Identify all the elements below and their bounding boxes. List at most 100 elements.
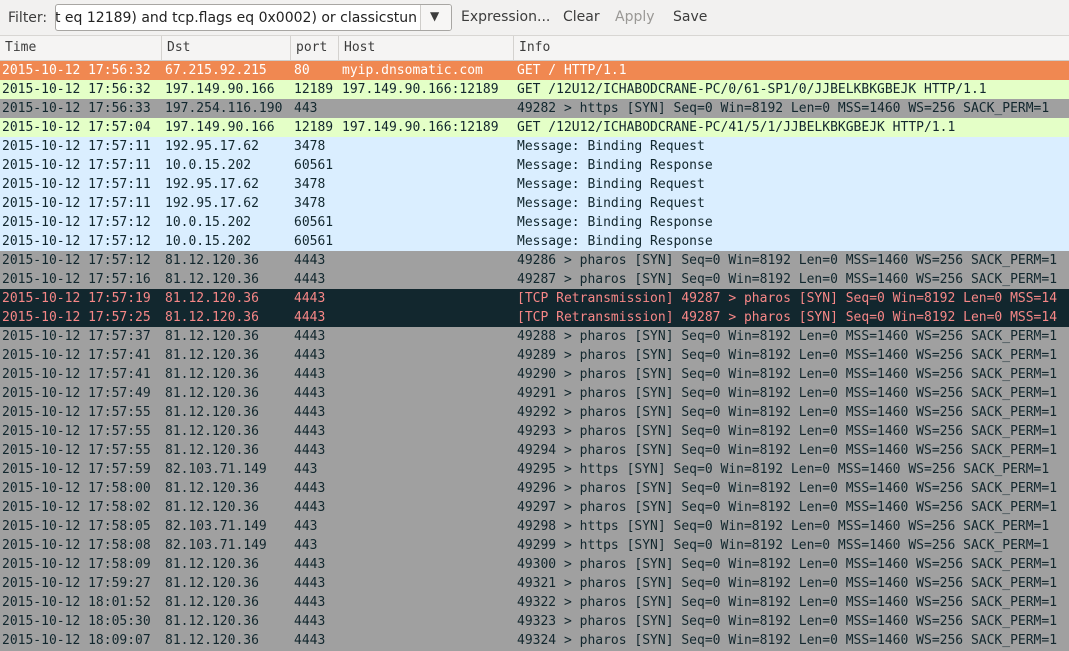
- column-header-host[interactable]: Host: [339, 36, 514, 60]
- cell-dst: 197.254.116.190: [165, 101, 283, 116]
- packet-row[interactable]: 2015-10-12 18:05:30 81.12.120.36 4443 49323…: [0, 612, 1069, 631]
- cell-time: 2015-10-12 17:56:32: [2, 63, 151, 78]
- packet-row[interactable]: 2015-10-12 17:56:32 67.215.92.215 80 myip.d…: [0, 61, 1069, 80]
- cell-time: 2015-10-12 17:57:04: [2, 120, 151, 135]
- cell-dst: 81.12.120.36: [165, 576, 259, 591]
- cell-dst: 81.12.120.36: [165, 633, 259, 648]
- cell-dst: 81.12.120.36: [165, 481, 259, 496]
- display-filter-input[interactable]: (tcp.port eq 12189) and tcp.flags eq 0x0…: [55, 4, 452, 31]
- cell-time: 2015-10-12 17:58:08: [2, 538, 151, 553]
- cell-info: Message: Binding Response: [517, 215, 713, 230]
- display-filter-text[interactable]: (tcp.port eq 12189) and tcp.flags eq 0x0…: [56, 10, 417, 26]
- packet-row[interactable]: 2015-10-12 17:57:37 81.12.120.36 4443 49288…: [0, 327, 1069, 346]
- packet-row[interactable]: 2015-10-12 17:57:12 81.12.120.36 4443 49286…: [0, 251, 1069, 270]
- cell-info: 49288 > pharos [SYN] Seq=0 Win=8192 Len=…: [517, 329, 1058, 344]
- cell-time: 2015-10-12 17:58:05: [2, 519, 151, 534]
- packet-row[interactable]: 2015-10-12 17:58:09 81.12.120.36 4443 49300…: [0, 555, 1069, 574]
- cell-time: 2015-10-12 17:57:41: [2, 348, 151, 363]
- cell-time: 2015-10-12 17:57:11: [2, 139, 151, 154]
- cell-time: 2015-10-12 18:09:07: [2, 633, 151, 648]
- cell-dst: 81.12.120.36: [165, 557, 259, 572]
- packet-row[interactable]: 2015-10-12 17:58:08 82.103.71.149 443 49299…: [0, 536, 1069, 555]
- cell-time: 2015-10-12 17:57:19: [2, 291, 151, 306]
- cell-info: Message: Binding Request: [517, 139, 705, 154]
- packet-row[interactable]: 2015-10-12 17:58:00 81.12.120.36 4443 49296…: [0, 479, 1069, 498]
- cell-time: 2015-10-12 17:58:00: [2, 481, 151, 496]
- packet-row[interactable]: 2015-10-12 17:57:41 81.12.120.36 4443 49289…: [0, 346, 1069, 365]
- packet-row[interactable]: 2015-10-12 17:57:16 81.12.120.36 4443 49287…: [0, 270, 1069, 289]
- apply-button[interactable]: Apply: [615, 9, 655, 25]
- packet-row[interactable]: 2015-10-12 17:57:11 192.95.17.62 3478 Messa…: [0, 175, 1069, 194]
- cell-dst: 81.12.120.36: [165, 595, 259, 610]
- cell-dst: 81.12.120.36: [165, 272, 259, 287]
- cell-port: 4443: [294, 481, 326, 496]
- cell-time: 2015-10-12 17:57:25: [2, 310, 151, 325]
- expression-button[interactable]: Expression...: [461, 9, 550, 25]
- cell-time: 2015-10-12 17:59:27: [2, 576, 151, 591]
- packet-row[interactable]: 2015-10-12 17:57:19 81.12.120.36 4443 [TCP …: [0, 289, 1069, 308]
- cell-dst: 82.103.71.149: [165, 462, 267, 477]
- cell-info: GET / HTTP/1.1: [517, 63, 627, 78]
- column-header-time[interactable]: Time: [0, 36, 162, 60]
- cell-port: 443: [294, 519, 318, 534]
- cell-port: 4443: [294, 557, 326, 572]
- cell-time: 2015-10-12 17:57:41: [2, 367, 151, 382]
- clear-button[interactable]: Clear: [563, 9, 600, 25]
- cell-dst: 10.0.15.202: [165, 158, 252, 173]
- cell-dst: 192.95.17.62: [165, 177, 259, 192]
- packet-row[interactable]: 2015-10-12 17:59:27 81.12.120.36 4443 49321…: [0, 574, 1069, 593]
- packet-row[interactable]: 2015-10-12 18:01:52 81.12.120.36 4443 49322…: [0, 593, 1069, 612]
- cell-port: 4443: [294, 291, 326, 306]
- cell-dst: 81.12.120.36: [165, 405, 259, 420]
- packet-row[interactable]: 2015-10-12 17:57:59 82.103.71.149 443 49295…: [0, 460, 1069, 479]
- packet-row[interactable]: 2015-10-12 18:09:07 81.12.120.36 4443 49324…: [0, 631, 1069, 650]
- column-header-port[interactable]: port: [291, 36, 339, 60]
- packet-row[interactable]: 2015-10-12 17:57:11 192.95.17.62 3478 Messa…: [0, 137, 1069, 156]
- cell-time: 2015-10-12 17:57:12: [2, 253, 151, 268]
- save-button[interactable]: Save: [673, 9, 707, 25]
- cell-dst: 81.12.120.36: [165, 310, 259, 325]
- cell-dst: 197.149.90.166: [165, 120, 275, 135]
- cell-dst: 81.12.120.36: [165, 367, 259, 382]
- packet-row[interactable]: 2015-10-12 17:58:02 81.12.120.36 4443 49297…: [0, 498, 1069, 517]
- packet-row[interactable]: 2015-10-12 17:57:49 81.12.120.36 4443 49291…: [0, 384, 1069, 403]
- cell-port: 60561: [294, 234, 334, 249]
- cell-port: 4443: [294, 500, 326, 515]
- cell-info: GET /12U12/ICHABODCRANE-PC/41/5/1/JJBELK…: [517, 120, 956, 135]
- packet-row[interactable]: 2015-10-12 17:57:25 81.12.120.36 4443 [TCP …: [0, 308, 1069, 327]
- packet-row[interactable]: 2015-10-12 17:56:33 197.254.116.190 443 492…: [0, 99, 1069, 118]
- column-header-dst[interactable]: Dst: [162, 36, 291, 60]
- packet-row[interactable]: 2015-10-12 17:57:04 197.149.90.166 12189 19…: [0, 118, 1069, 137]
- cell-time: 2015-10-12 18:01:52: [2, 595, 151, 610]
- column-header-info[interactable]: Info: [514, 36, 1069, 60]
- packet-row[interactable]: 2015-10-12 17:57:12 10.0.15.202 60561 Messa…: [0, 213, 1069, 232]
- cell-host: myip.dnsomatic.com: [342, 63, 483, 78]
- cell-info: 49321 > pharos [SYN] Seq=0 Win=8192 Len=…: [517, 576, 1058, 591]
- packet-row[interactable]: 2015-10-12 17:57:11 10.0.15.202 60561 Messa…: [0, 156, 1069, 175]
- cell-dst: 82.103.71.149: [165, 538, 267, 553]
- cell-dst: 81.12.120.36: [165, 348, 259, 363]
- cell-info: 49294 > pharos [SYN] Seq=0 Win=8192 Len=…: [517, 443, 1058, 458]
- cell-info: 49323 > pharos [SYN] Seq=0 Win=8192 Len=…: [517, 614, 1058, 629]
- cell-dst: 81.12.120.36: [165, 500, 259, 515]
- cell-dst: 81.12.120.36: [165, 614, 259, 629]
- cell-time: 2015-10-12 17:57:59: [2, 462, 151, 477]
- cell-time: 2015-10-12 17:57:55: [2, 424, 151, 439]
- cell-port: 443: [294, 462, 318, 477]
- filter-history-dropdown[interactable]: ▼: [420, 5, 451, 30]
- cell-info: 49297 > pharos [SYN] Seq=0 Win=8192 Len=…: [517, 500, 1058, 515]
- packet-row[interactable]: 2015-10-12 17:57:55 81.12.120.36 4443 49294…: [0, 441, 1069, 460]
- packet-row[interactable]: 2015-10-12 17:57:55 81.12.120.36 4443 49292…: [0, 403, 1069, 422]
- cell-port: 4443: [294, 272, 326, 287]
- cell-port: 443: [294, 101, 318, 116]
- packet-row[interactable]: 2015-10-12 17:58:05 82.103.71.149 443 49298…: [0, 517, 1069, 536]
- cell-port: 12189: [294, 82, 334, 97]
- packet-row[interactable]: 2015-10-12 17:57:41 81.12.120.36 4443 49290…: [0, 365, 1069, 384]
- packet-row[interactable]: 2015-10-12 17:57:55 81.12.120.36 4443 49293…: [0, 422, 1069, 441]
- cell-info: 49298 > https [SYN] Seq=0 Win=8192 Len=0…: [517, 519, 1050, 534]
- cell-info: 49300 > pharos [SYN] Seq=0 Win=8192 Len=…: [517, 557, 1058, 572]
- packet-list[interactable]: 2015-10-12 17:56:32 67.215.92.215 80 myip.d…: [0, 61, 1069, 651]
- packet-row[interactable]: 2015-10-12 17:57:12 10.0.15.202 60561 Messa…: [0, 232, 1069, 251]
- packet-row[interactable]: 2015-10-12 17:56:32 197.149.90.166 12189 19…: [0, 80, 1069, 99]
- packet-row[interactable]: 2015-10-12 17:57:11 192.95.17.62 3478 Messa…: [0, 194, 1069, 213]
